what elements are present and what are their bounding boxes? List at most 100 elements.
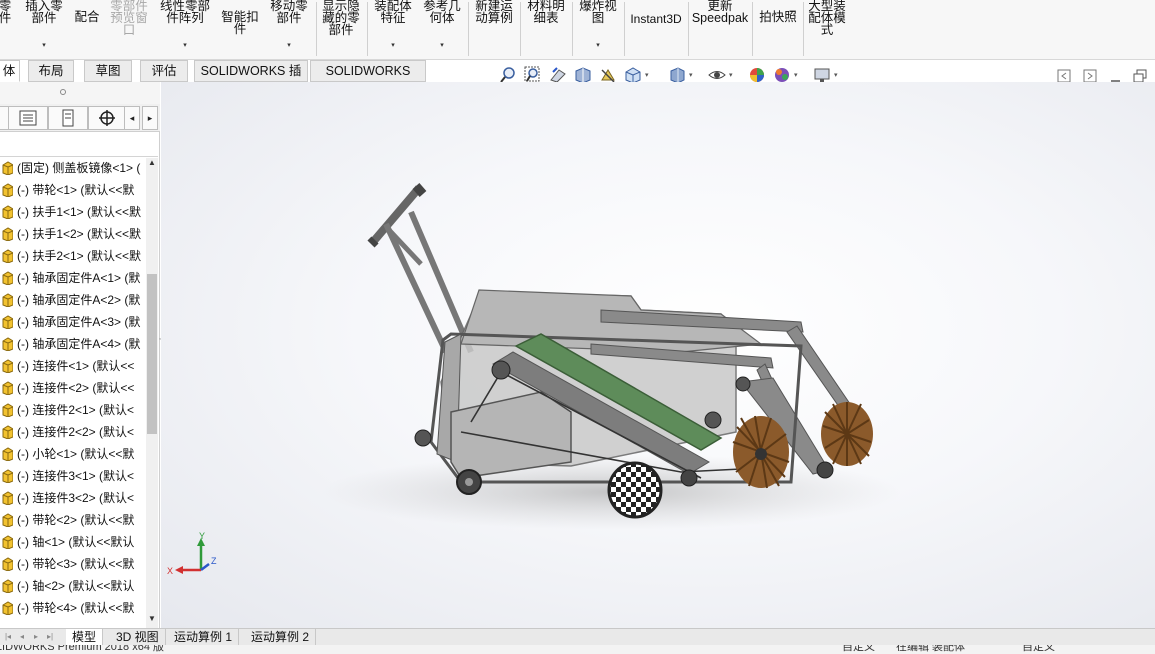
tab-evaluate[interactable]: 评估 bbox=[140, 60, 188, 82]
feature-tree-item[interactable]: (-) 轴承固定件A<1> (默 bbox=[0, 266, 146, 288]
ribbon-label: 配合 bbox=[74, 10, 100, 24]
tab-motion-study-1[interactable]: 运动算例 1 bbox=[168, 629, 240, 646]
linear-component-pattern-button[interactable]: 线性零部 件阵列 ▾ bbox=[156, 0, 214, 58]
feature-tree-item[interactable]: (-) 轴承固定件A<3> (默 bbox=[0, 310, 146, 332]
chevron-down-icon[interactable]: ▾ bbox=[689, 71, 693, 79]
ribbon-label: 显示隐 藏的零 部件 bbox=[322, 0, 360, 37]
tab-sketch[interactable]: 草图 bbox=[84, 60, 132, 82]
new-motion-study-button[interactable]: 新建运 动算例 bbox=[471, 0, 517, 58]
feature-tree-item[interactable]: (-) 连接件2<2> (默认< bbox=[0, 420, 146, 442]
feature-tree-item[interactable]: (-) 扶手1<2> (默认<<默 bbox=[0, 222, 146, 244]
brush-roller-right bbox=[816, 402, 873, 479]
bill-of-materials-button[interactable]: 材料明 细表 bbox=[523, 0, 569, 58]
feature-tree-filter[interactable] bbox=[0, 133, 158, 157]
assembly-features-button[interactable]: 装配体 特征 ▾ bbox=[370, 0, 416, 58]
take-snapshot-button[interactable]: 拍快照 bbox=[754, 0, 802, 58]
large-assembly-mode-button[interactable]: 大型装 配体模 式 bbox=[804, 0, 850, 58]
feature-tree-item[interactable]: (-) 连接件3<2> (默认< bbox=[0, 486, 146, 508]
scroll-up-icon[interactable]: ▲ bbox=[146, 158, 158, 172]
tab-property-manager[interactable] bbox=[48, 106, 88, 130]
feature-tree-item[interactable]: (-) 带轮<4> (默认<<默 bbox=[0, 596, 146, 618]
pulley bbox=[491, 360, 511, 380]
feature-tree-scrollbar[interactable]: ▲ ▼ bbox=[146, 158, 158, 628]
feature-tree-item-label: (-) 轴承固定件A<2> (默 bbox=[17, 292, 141, 307]
prev-tab-icon[interactable]: ◂ bbox=[16, 631, 28, 643]
cart-assembly-model[interactable] bbox=[161, 82, 1155, 628]
chevron-down-icon[interactable]: ▾ bbox=[645, 71, 649, 79]
chevron-down-icon[interactable]: ▾ bbox=[729, 71, 733, 79]
feature-tree-item[interactable]: (-) 连接件2<1> (默认< bbox=[0, 398, 146, 420]
ribbon-label: 插入零 部件 bbox=[25, 0, 63, 25]
feature-tree-item[interactable]: (-) 轴<2> (默认<<默认 bbox=[0, 574, 146, 596]
status-bar: SOLIDWORKS Premium 2018 x64 版 自定义 在编辑 装配… bbox=[0, 645, 1155, 654]
part-icon bbox=[2, 578, 13, 593]
show-hidden-components-button[interactable]: 显示隐 藏的零 部件 bbox=[318, 0, 364, 58]
chevron-down-icon[interactable]: ▾ bbox=[440, 40, 444, 52]
insert-component-button[interactable]: 插入零 部件 ▾ bbox=[22, 0, 66, 58]
feature-tree-item-label: (-) 轴承固定件A<1> (默 bbox=[17, 270, 141, 285]
feature-tree-item[interactable]: (-) 带轮<3> (默认<<默 bbox=[0, 552, 146, 574]
feature-tree-item-label: (-) 扶手2<1> (默认<<默 bbox=[17, 248, 142, 263]
panel-grip-icon[interactable] bbox=[60, 89, 66, 95]
feature-tree-item[interactable]: (-) 连接件<2> (默认<< bbox=[0, 376, 146, 398]
reference-geometry-button[interactable]: 参考几 何体 ▾ bbox=[419, 0, 465, 58]
feature-tree-item[interactable]: (-) 连接件<1> (默认<< bbox=[0, 354, 146, 376]
tab-3d-view[interactable]: 3D 视图 bbox=[110, 629, 166, 646]
mate-button[interactable]: 配合 bbox=[70, 0, 104, 58]
scrollbar-thumb[interactable] bbox=[147, 274, 157, 434]
part-icon bbox=[2, 468, 13, 483]
part-icon bbox=[2, 182, 13, 197]
chevron-down-icon[interactable]: ▾ bbox=[834, 71, 838, 79]
tab-solidworks-addins[interactable]: SOLIDWORKS 插件 bbox=[194, 60, 308, 99]
pulley bbox=[735, 376, 751, 392]
ribbon-label: 参考几 何体 bbox=[423, 0, 461, 25]
y-axis-label: Y bbox=[199, 531, 205, 541]
chevron-left-icon: ◂ bbox=[129, 112, 135, 123]
feature-tree-item[interactable]: (-) 扶手1<1> (默认<<默 bbox=[0, 200, 146, 222]
tab-layout[interactable]: 布局 bbox=[28, 60, 74, 82]
feature-tree-item-label: (-) 扶手1<1> (默认<<默 bbox=[17, 204, 142, 219]
feature-tree-item[interactable]: (-) 带轮<2> (默认<<默 bbox=[0, 508, 146, 530]
feature-tree-item[interactable]: (-) 轴承固定件A<2> (默 bbox=[0, 288, 146, 310]
feature-tree-item[interactable]: (-) 连接件3<1> (默认< bbox=[0, 464, 146, 486]
part-icon bbox=[2, 490, 13, 505]
feature-tree-item[interactable]: (-) 扶手2<1> (默认<<默 bbox=[0, 244, 146, 266]
tab-model[interactable]: 模型 bbox=[66, 629, 104, 646]
feature-tree-item[interactable]: (-) 轴<1> (默认<<默认 bbox=[0, 530, 146, 552]
part-icon bbox=[2, 314, 13, 329]
chevron-down-icon[interactable]: ▾ bbox=[183, 40, 187, 52]
next-tab-icon[interactable]: ▸ bbox=[30, 631, 42, 643]
tab-solidworks-mbd[interactable]: SOLIDWORKS MBD bbox=[310, 60, 426, 99]
status-custom[interactable]: 自定义 bbox=[842, 645, 875, 653]
tab-configuration-manager[interactable] bbox=[88, 106, 126, 130]
panel-collapse-bar[interactable] bbox=[0, 82, 160, 104]
last-tab-icon[interactable]: ▸| bbox=[44, 631, 56, 643]
chevron-down-icon[interactable]: ▾ bbox=[42, 40, 46, 52]
feature-tree-item[interactable]: (固定) 侧盖板镜像<1> ( bbox=[0, 158, 146, 178]
update-speedpak-button[interactable]: 更新 Speedpak bbox=[690, 0, 750, 58]
chevron-down-icon[interactable]: ▾ bbox=[596, 40, 600, 52]
tab-assembly[interactable]: 体 bbox=[0, 60, 20, 82]
tab-scroll-right[interactable]: ▸ bbox=[142, 106, 158, 130]
exploded-view-button[interactable]: 爆炸视 图 ▾ bbox=[575, 0, 621, 58]
status-units[interactable]: 自定义 bbox=[1022, 645, 1055, 653]
component-preview-window-button[interactable]: 零部件 预览窗 口 bbox=[106, 0, 152, 58]
instant3d-button[interactable]: Instant3D bbox=[626, 0, 686, 58]
scroll-down-icon[interactable]: ▼ bbox=[146, 614, 158, 628]
move-component-button[interactable]: 移动零 部件 ▾ bbox=[266, 0, 312, 58]
smart-fasteners-button[interactable]: 智能扣 件 bbox=[218, 0, 262, 58]
feature-tree-item[interactable]: (-) 轴承固定件A<4> (默 bbox=[0, 332, 146, 354]
ribbon-separator bbox=[624, 2, 625, 56]
feature-tree-item[interactable]: (-) 带轮<1> (默认<<默 bbox=[0, 178, 146, 200]
tab-motion-study-2[interactable]: 运动算例 2 bbox=[245, 629, 317, 646]
graphics-area[interactable]: Y X Z bbox=[161, 82, 1155, 628]
chevron-down-icon[interactable]: ▾ bbox=[794, 71, 798, 79]
tab-feature-tree[interactable] bbox=[8, 106, 48, 130]
chevron-down-icon[interactable]: ▾ bbox=[391, 40, 395, 52]
ribbon-button-new-part[interactable]: 零 件 bbox=[0, 0, 16, 58]
chevron-down-icon[interactable]: ▾ bbox=[287, 40, 291, 52]
first-tab-icon[interactable]: |◂ bbox=[2, 631, 14, 643]
tab-scroll-left[interactable]: ◂ bbox=[124, 106, 140, 130]
feature-tree-item[interactable]: (-) 小轮<1> (默认<<默 bbox=[0, 442, 146, 464]
front-wheel bbox=[607, 461, 663, 519]
